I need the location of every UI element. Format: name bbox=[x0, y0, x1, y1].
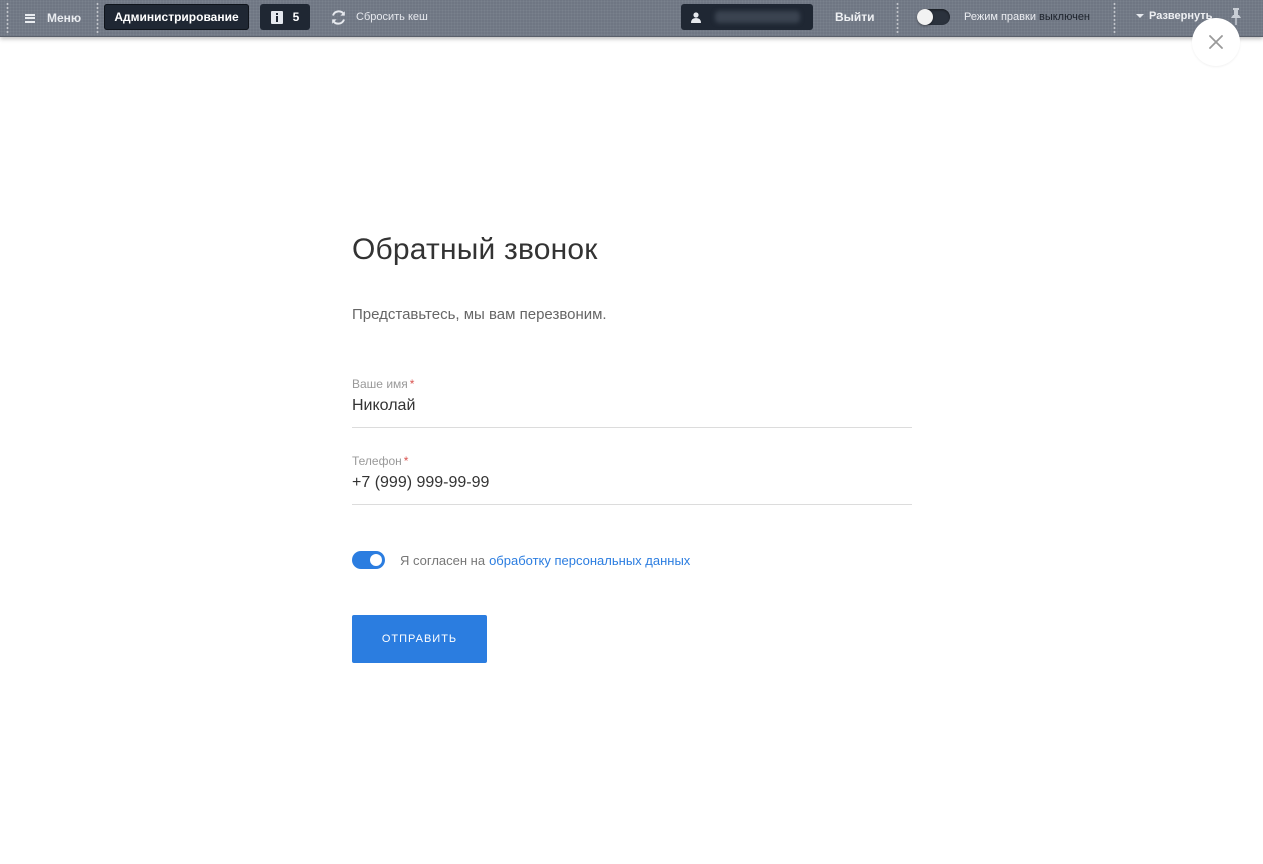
phone-field[interactable]: Телефон * +7 (999) 999-99-99 bbox=[352, 454, 912, 505]
user-profile-button[interactable] bbox=[681, 4, 813, 30]
panel-divider bbox=[6, 2, 9, 35]
close-button[interactable] bbox=[1192, 18, 1240, 66]
logout-label: Выйти bbox=[835, 10, 875, 24]
phone-label-text: Телефон bbox=[352, 454, 402, 468]
user-name-redacted bbox=[715, 11, 800, 23]
name-field-label: Ваше имя * bbox=[352, 377, 912, 391]
toggle-icon bbox=[370, 554, 382, 566]
info-icon bbox=[270, 10, 283, 24]
clear-cache-label: Сбросить кеш bbox=[356, 11, 428, 23]
edit-mode-label: Режим правки выключен bbox=[964, 11, 1090, 23]
consent-link[interactable]: обработку персональных данных bbox=[489, 553, 690, 568]
toggle-icon bbox=[917, 9, 933, 25]
caret-down-icon bbox=[1136, 14, 1144, 18]
required-mark: * bbox=[409, 377, 415, 391]
refresh-icon bbox=[332, 9, 345, 25]
consent-text: Я согласен на bbox=[400, 552, 486, 568]
phone-input[interactable]: +7 (999) 999-99-99 bbox=[352, 472, 912, 494]
panel-divider bbox=[1113, 2, 1116, 35]
phone-field-label: Телефон * bbox=[352, 454, 912, 468]
user-icon bbox=[691, 11, 701, 23]
administration-label: Администрирование bbox=[114, 10, 239, 24]
form-title: Обратный звонок bbox=[352, 233, 598, 266]
edit-mode-toggle[interactable] bbox=[917, 9, 950, 25]
administration-button[interactable]: Администрирование bbox=[104, 4, 249, 30]
panel-divider bbox=[896, 2, 899, 35]
name-label-text: Ваше имя bbox=[352, 377, 408, 391]
expand-button[interactable]: Развернуть bbox=[1136, 10, 1212, 22]
menu-label: Меню bbox=[47, 11, 82, 25]
menu-icon bbox=[25, 13, 35, 23]
edit-mode-state: выключен bbox=[1038, 11, 1091, 23]
submit-button[interactable]: ОТПРАВИТЬ bbox=[352, 615, 487, 663]
required-mark: * bbox=[403, 454, 409, 468]
notifications-button[interactable]: 5 bbox=[260, 4, 310, 30]
panel-divider bbox=[96, 2, 99, 35]
phone-field-underline bbox=[352, 504, 912, 505]
form-subtitle: Представьтесь, мы вам перезвоним. bbox=[352, 306, 607, 323]
name-field[interactable]: Ваше имя * Николай bbox=[352, 377, 912, 428]
name-field-underline bbox=[352, 427, 912, 428]
notifications-count: 5 bbox=[292, 10, 300, 24]
admin-panel: Меню Администрирование 5 Сбросить кеш Вы… bbox=[0, 0, 1263, 37]
expand-label: Развернуть bbox=[1149, 10, 1213, 22]
logout-button[interactable]: Выйти bbox=[835, 10, 875, 24]
consent-row: Я согласен на обработку персональных дан… bbox=[352, 551, 912, 569]
menu-button[interactable]: Меню bbox=[25, 10, 81, 26]
name-input[interactable]: Николай bbox=[352, 395, 912, 417]
close-icon bbox=[1209, 35, 1223, 49]
callback-form: Обратный звонок Представьтесь, мы вам пе… bbox=[352, 228, 912, 663]
edit-mode-text: Режим правки bbox=[964, 11, 1036, 23]
clear-cache-button[interactable]: Сбросить кеш bbox=[330, 8, 428, 26]
consent-toggle[interactable] bbox=[352, 551, 385, 569]
